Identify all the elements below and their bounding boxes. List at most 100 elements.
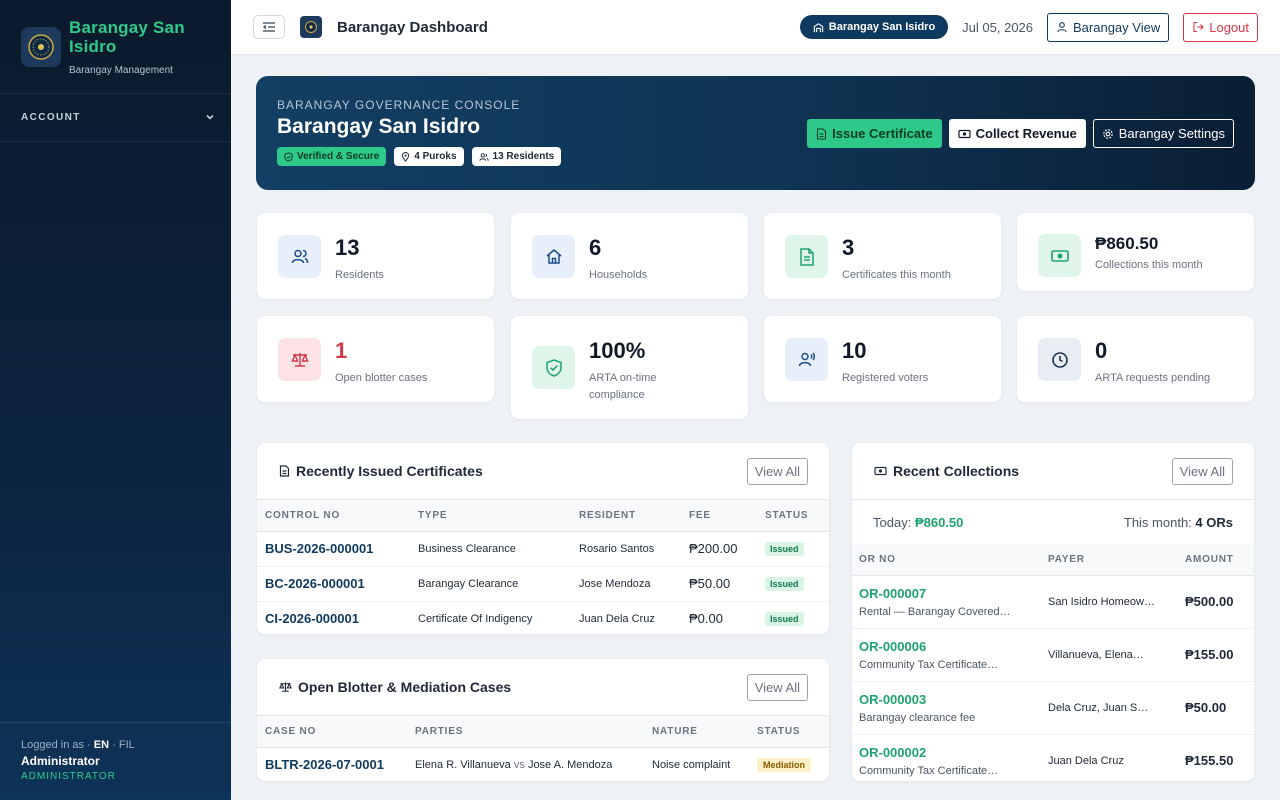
- logout-button[interactable]: Logout: [1183, 12, 1258, 42]
- clock-icon: [1038, 338, 1081, 381]
- stat-card-blotter[interactable]: 1 Open blotter cases: [257, 316, 494, 402]
- recent-certificates-title-text: Recently Issued Certificates: [296, 463, 483, 479]
- or-amount: ₱155.00: [1177, 628, 1254, 682]
- cash-icon: [958, 129, 971, 138]
- stat-card-arta-pending[interactable]: 0 ARTA requests pending: [1017, 316, 1254, 402]
- or-description: Community Tax Certificate…: [859, 658, 999, 671]
- puroks-badge: 4 Puroks: [394, 147, 464, 166]
- sidebar-brand[interactable]: Barangay San Isidro Barangay Management: [0, 0, 231, 94]
- status-badge: Issued: [765, 611, 804, 626]
- scales-icon: [278, 338, 321, 381]
- or-number[interactable]: OR-000006: [859, 639, 1032, 654]
- payer-name: Villanueva, Elena…: [1040, 628, 1177, 682]
- status-badge: Issued: [765, 541, 804, 556]
- stat-card-collections[interactable]: ₱860.50 Collections this month: [1017, 213, 1254, 291]
- residents-badge-label: 13 Residents: [492, 151, 555, 162]
- table-row[interactable]: BUS-2026-000001 Business Clearance Rosar…: [257, 531, 829, 567]
- blotter-title: Open Blotter & Mediation Cases: [279, 679, 511, 695]
- users-icon: [278, 235, 321, 278]
- table-row[interactable]: BLTR-2026-07-0001 Elena R. Villanueva vs…: [257, 747, 829, 781]
- table-row[interactable]: OR-000003 Barangay clearance fee Dela Cru…: [852, 681, 1254, 735]
- col-type: TYPE: [410, 500, 571, 532]
- barangay-pill-label: Barangay San Isidro: [828, 21, 936, 33]
- logged-in-label: Logged in as: [21, 739, 84, 751]
- resident-name: Jose Mendoza: [571, 566, 681, 602]
- case-nature: Noise complaint: [644, 747, 749, 781]
- collections-view-all-button[interactable]: View All: [1171, 457, 1233, 485]
- stat-card-households[interactable]: 6 Households: [511, 213, 748, 299]
- document-icon: [279, 465, 290, 477]
- residents-count: 13: [335, 235, 360, 260]
- shield-check-icon: [532, 346, 575, 389]
- blotter-table: CASE NO PARTIES NATURE STATUS BLTR-2026-…: [257, 716, 829, 781]
- lang-en[interactable]: EN: [94, 739, 109, 751]
- month-summary: This month: 4 ORs: [1124, 515, 1233, 530]
- table-row[interactable]: OR-000007 Rental — Barangay Covered… San …: [852, 575, 1254, 629]
- recent-collections-panel: Recent Collections View All Today: ₱860.…: [852, 443, 1254, 781]
- today-value: ₱860.50: [914, 514, 964, 530]
- sidebar: Barangay San Isidro Barangay Management …: [0, 0, 231, 800]
- page-title: Barangay Dashboard: [337, 18, 488, 36]
- table-row[interactable]: OR-000006 Community Tax Certificate… Vill…: [852, 628, 1254, 682]
- sidebar-toggle-button[interactable]: [253, 15, 285, 39]
- or-amount: ₱155.50: [1177, 734, 1254, 781]
- resident-name: Rosario Santos: [571, 531, 681, 567]
- col-control-no: CONTROL NO: [257, 500, 410, 532]
- or-number[interactable]: OR-000002: [859, 745, 1032, 760]
- logout-label: Logout: [1209, 19, 1249, 35]
- topbar-logo: [300, 16, 322, 38]
- blotter-label: Open blotter cases: [335, 372, 428, 384]
- lang-fil[interactable]: FIL: [119, 739, 135, 751]
- verified-badge: Verified & Secure: [277, 147, 387, 166]
- sidebar-section-account[interactable]: ACCOUNT: [0, 94, 231, 142]
- stat-card-arta[interactable]: 100% ARTA on-time compliance: [511, 316, 748, 419]
- or-description: Community Tax Certificate…: [859, 764, 999, 777]
- stat-card-certificates[interactable]: 3 Certificates this month: [764, 213, 1001, 299]
- certificates-table: CONTROL NO TYPE RESIDENT FEE STATUS BUS-…: [257, 500, 829, 634]
- versus-label: vs: [513, 758, 525, 771]
- or-description: Rental — Barangay Covered…: [859, 605, 1011, 618]
- cert-type: Certificate Of Indigency: [410, 601, 571, 634]
- residents-label: Residents: [335, 269, 384, 281]
- voter-icon: [785, 338, 828, 381]
- table-row[interactable]: BC-2026-000001 Barangay Clearance Jose M…: [257, 566, 829, 602]
- barangay-pill[interactable]: Barangay San Isidro: [799, 15, 949, 39]
- table-row[interactable]: CI-2026-000001 Certificate Of Indigency …: [257, 601, 829, 634]
- brand-subtitle: Barangay Management: [69, 65, 173, 76]
- gear-icon: [1103, 128, 1113, 139]
- blotter-view-all-button[interactable]: View All: [746, 673, 808, 701]
- resident-name: Juan Dela Cruz: [571, 601, 681, 634]
- table-row[interactable]: OR-000002 Community Tax Certificate… Juan…: [852, 734, 1254, 781]
- collect-revenue-button[interactable]: Collect Revenue: [948, 119, 1086, 148]
- hero-kicker: BARANGAY GOVERNANCE CONSOLE: [277, 98, 521, 112]
- issue-certificate-button[interactable]: Issue Certificate: [807, 119, 942, 148]
- or-number[interactable]: OR-000003: [859, 692, 1032, 707]
- or-amount: ₱500.00: [1177, 575, 1254, 629]
- month-label: This month:: [1123, 514, 1192, 530]
- case-no[interactable]: BLTR-2026-07-0001: [257, 747, 407, 781]
- payer-name: Juan Dela Cruz: [1040, 734, 1177, 781]
- scales-icon: [279, 682, 292, 692]
- today-label: Today:: [873, 514, 912, 530]
- stat-card-voters[interactable]: 10 Registered voters: [764, 316, 1001, 402]
- hero-banner: BARANGAY GOVERNANCE CONSOLE Barangay San…: [256, 76, 1255, 190]
- users-icon: [478, 152, 489, 161]
- barangay-settings-button[interactable]: Barangay Settings: [1092, 119, 1234, 148]
- barangay-view-button[interactable]: Barangay View: [1047, 12, 1170, 42]
- cert-type: Barangay Clearance: [410, 566, 571, 602]
- or-description: Barangay clearance fee: [859, 711, 976, 724]
- stat-card-residents[interactable]: 13 Residents: [257, 213, 494, 299]
- table-header-row: OR NO PAYER AMOUNT: [852, 544, 1254, 576]
- status-badge: Issued: [765, 576, 804, 591]
- control-no[interactable]: BUS-2026-000001: [257, 531, 410, 567]
- cert-fee: ₱50.00: [681, 566, 757, 602]
- home-icon: [532, 235, 575, 278]
- or-number[interactable]: OR-000007: [859, 586, 1032, 601]
- logout-icon: [1193, 21, 1205, 33]
- control-no[interactable]: CI-2026-000001: [257, 601, 410, 634]
- certificates-view-all-button[interactable]: View All: [746, 457, 808, 485]
- col-amount: AMOUNT: [1177, 544, 1254, 576]
- collect-revenue-label: Collect Revenue: [975, 126, 1077, 141]
- document-icon: [785, 235, 828, 278]
- control-no[interactable]: BC-2026-000001: [257, 566, 410, 602]
